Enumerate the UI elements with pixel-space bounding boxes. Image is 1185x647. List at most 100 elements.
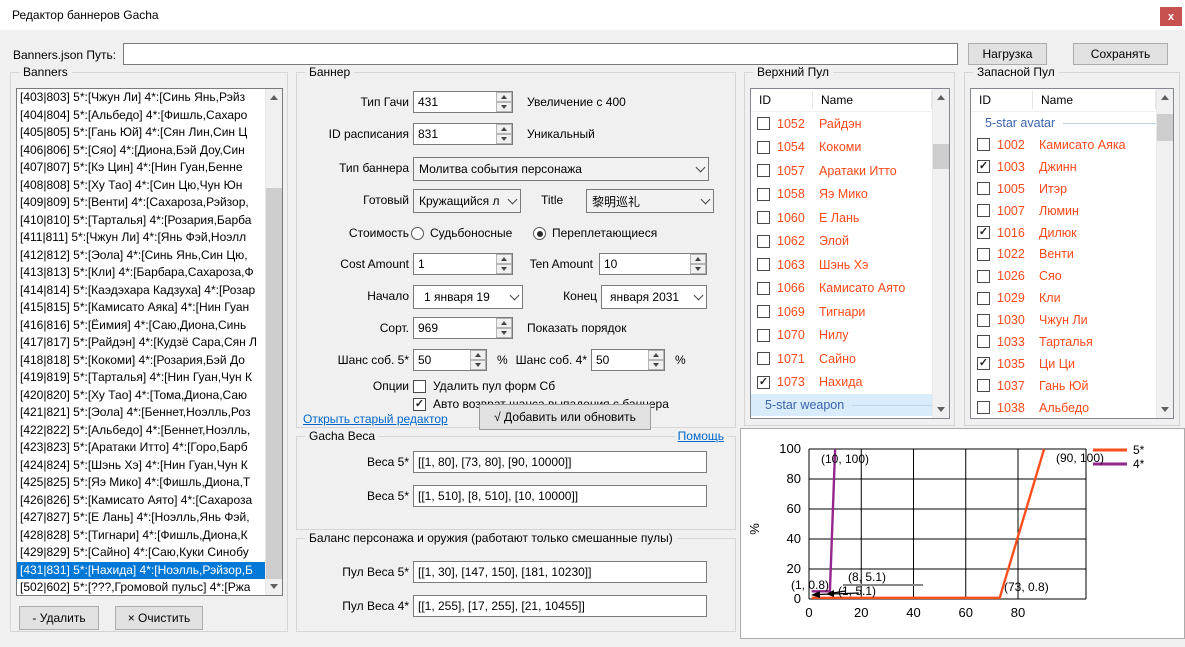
pool-row[interactable]: 1038Альбедо bbox=[971, 397, 1173, 419]
pool-row-checkbox[interactable] bbox=[757, 141, 770, 154]
pool-row[interactable]: 1070Нилу bbox=[751, 324, 949, 348]
pool-row-checkbox[interactable] bbox=[977, 248, 990, 261]
pool-row[interactable]: 1029Кли bbox=[971, 287, 1173, 309]
pool-row-checkbox[interactable] bbox=[977, 314, 990, 327]
pool-row[interactable]: 1005Итэр bbox=[971, 178, 1173, 200]
pool-row[interactable]: 1062Элой bbox=[751, 230, 949, 254]
pool-row[interactable]: 1007Люмин bbox=[971, 200, 1173, 222]
pool-row-checkbox[interactable] bbox=[977, 357, 990, 370]
weight4-input[interactable] bbox=[413, 485, 707, 507]
pool-row-checkbox[interactable] bbox=[757, 211, 770, 224]
add-update-button[interactable]: √ Добавить или обновить bbox=[479, 404, 651, 430]
path-input[interactable] bbox=[123, 43, 958, 65]
spinner-buttons[interactable] bbox=[496, 92, 512, 112]
pool-row[interactable]: 1033Тарталья bbox=[971, 331, 1173, 353]
pool-row-checkbox[interactable] bbox=[977, 292, 990, 305]
banner-list-item[interactable]: [425|825] 5*:[Яэ Мико] 4*:[Фишль,Диона,Т bbox=[17, 474, 267, 492]
banner-list-item[interactable]: [415|815] 5*:[Камисато Аяка] 4*:[Нин Гуа… bbox=[17, 299, 267, 317]
titlebar[interactable]: Редактор баннеров Gacha x bbox=[0, 0, 1185, 30]
banner-list-item[interactable]: [502|602] 5*:[???,Громовой пульс] 4*:[Рж… bbox=[17, 579, 267, 596]
banner-list-item[interactable]: [419|819] 5*:[Тарталья] 4*:[Нин Гуан,Чун… bbox=[17, 369, 267, 387]
spinner-buttons[interactable] bbox=[496, 124, 512, 144]
banners-listbox[interactable]: [403|803] 5*:[Чжун Ли] 4*:[Синь Янь,Рэйз… bbox=[16, 88, 283, 596]
pool-row-checkbox[interactable] bbox=[757, 188, 770, 201]
banner-list-item[interactable]: [405|805] 5*:[Гань Юй] 4*:[Сян Лин,Син Ц bbox=[17, 124, 267, 142]
column-header-name[interactable]: Name bbox=[813, 91, 932, 109]
cost-radio-fate[interactable] bbox=[411, 227, 424, 240]
banner-list-item[interactable]: [406|806] 5*:[Сяо] 4*:[Диона,Бэй Доу,Син bbox=[17, 142, 267, 160]
spinner-buttons[interactable] bbox=[648, 350, 664, 370]
upper-pool-scrollbar[interactable] bbox=[932, 89, 949, 418]
pool-row-checkbox[interactable] bbox=[977, 138, 990, 151]
pool-row-checkbox[interactable] bbox=[757, 164, 770, 177]
option-auto-return-checkbox[interactable] bbox=[413, 398, 426, 411]
scroll-thumb[interactable] bbox=[933, 144, 949, 169]
banner-list-item[interactable]: [412|812] 5*:[Эола] 4*:[Синь Янь,Син Цю, bbox=[17, 247, 267, 265]
banner-list-item[interactable]: [413|813] 5*:[Кли] 4*:[Барбара,Сахароза,… bbox=[17, 264, 267, 282]
pool-row[interactable]: 1016Дилюк bbox=[971, 222, 1173, 244]
weight5-input[interactable] bbox=[413, 451, 707, 473]
pool-weight4-input[interactable] bbox=[413, 595, 707, 617]
column-header-id[interactable]: ID bbox=[971, 91, 1033, 109]
pool-row[interactable]: 1066Камисато Аято bbox=[751, 277, 949, 301]
pool-row[interactable]: 1054Кокоми bbox=[751, 136, 949, 160]
pool-row-checkbox[interactable] bbox=[977, 401, 990, 414]
pool-row[interactable]: 1069Тигнари bbox=[751, 300, 949, 324]
sort-spinner[interactable]: 969 bbox=[413, 317, 513, 339]
cost-amount-spinner[interactable]: 1 bbox=[413, 253, 513, 275]
pool-row[interactable]: 1002Камисато Аяка bbox=[971, 134, 1173, 156]
pool-row[interactable]: 1026Сяо bbox=[971, 265, 1173, 287]
clear-banners-button[interactable]: × Очистить bbox=[115, 606, 203, 630]
end-date-combo[interactable]: января 2031 bbox=[601, 285, 707, 309]
banner-list-item[interactable]: [409|809] 5*:[Венти] 4*:[Сахароза,Рэйзор… bbox=[17, 194, 267, 212]
banner-list-item[interactable]: [411|811] 5*:[Чжун Ли] 4*:[Янь Фэй,Ноэлл bbox=[17, 229, 267, 247]
pool-row-checkbox[interactable] bbox=[757, 117, 770, 130]
spinner-buttons[interactable] bbox=[470, 350, 486, 370]
scroll-up-button[interactable] bbox=[1157, 89, 1173, 106]
pool-row-checkbox[interactable] bbox=[757, 305, 770, 318]
banner-list-item[interactable]: [422|822] 5*:[Альбедо] 4*:[Беннет,Ноэлль… bbox=[17, 422, 267, 440]
close-button[interactable]: x bbox=[1160, 7, 1182, 26]
cost-radio-intertwined[interactable] bbox=[533, 227, 546, 240]
banner-list-item[interactable]: [426|826] 5*:[Камисато Аято] 4*:[Сахароз… bbox=[17, 492, 267, 510]
pool-row-checkbox[interactable] bbox=[977, 379, 990, 392]
reserve-pool-list[interactable]: ID Name 5-star avatar1002Камисато Аяка10… bbox=[970, 88, 1174, 419]
pool-row[interactable]: 1030Чжун Ли bbox=[971, 309, 1173, 331]
column-header-name[interactable]: Name bbox=[1033, 91, 1156, 109]
banner-list-item[interactable]: [431|831] 5*:[Нахида] 4*:[Ноэлль,Рэйзор,… bbox=[17, 562, 267, 580]
pool-row-checkbox[interactable] bbox=[977, 182, 990, 195]
banner-list-item[interactable]: [423|823] 5*:[Аратаки Итто] 4*:[Горо,Бар… bbox=[17, 439, 267, 457]
banner-list-item[interactable]: [420|820] 5*:[Ху Тао] 4*:[Тома,Диона,Саю bbox=[17, 387, 267, 405]
pool-row[interactable]: 1035Ци Ци bbox=[971, 353, 1173, 375]
pool-row-checkbox[interactable] bbox=[757, 282, 770, 295]
pool-row[interactable]: 1052Райдэн bbox=[751, 112, 949, 136]
pool-row[interactable]: 1057Аратаки Итто bbox=[751, 159, 949, 183]
pool-row-checkbox[interactable] bbox=[977, 226, 990, 239]
banner-list-item[interactable]: [417|817] 5*:[Райдэн] 4*:[Кудзё Сара,Сян… bbox=[17, 334, 267, 352]
column-header-id[interactable]: ID bbox=[751, 91, 813, 109]
gacha-type-spinner[interactable]: 431 bbox=[413, 91, 513, 113]
pool-row-checkbox[interactable] bbox=[977, 270, 990, 283]
scroll-up-button[interactable] bbox=[933, 89, 949, 106]
spinner-buttons[interactable] bbox=[690, 254, 706, 274]
banners-scrollbar[interactable] bbox=[265, 89, 282, 595]
pool-row[interactable]: 1063Шэнь Хэ bbox=[751, 253, 949, 277]
banner-list-item[interactable]: [404|804] 5*:[Альбедо] 4*:[Фишль,Сахаро bbox=[17, 107, 267, 125]
pool-row[interactable]: 1037Гань Юй bbox=[971, 375, 1173, 397]
prefab-combo[interactable]: Кружащийся л bbox=[413, 189, 521, 213]
banner-list-item[interactable]: [427|827] 5*:[Е Лань] 4*:[Ноэлль,Янь Фэй… bbox=[17, 509, 267, 527]
pool-row[interactable]: 11501Меч Сокола bbox=[751, 416, 949, 419]
banner-list-item[interactable]: [416|816] 5*:[Ёимия] 4*:[Саю,Диона,Синь bbox=[17, 317, 267, 335]
pool-row[interactable]: 1022Венти bbox=[971, 243, 1173, 265]
pool-row[interactable]: 1071Сайно bbox=[751, 347, 949, 371]
title-combo[interactable]: 黎明巡礼 bbox=[586, 189, 714, 213]
banner-list-item[interactable]: [414|814] 5*:[Каэдэхара Кадзуха] 4*:[Роз… bbox=[17, 282, 267, 300]
pool-row-checkbox[interactable] bbox=[977, 335, 990, 348]
scroll-thumb[interactable] bbox=[266, 188, 282, 579]
reserve-pool-scrollbar[interactable] bbox=[1156, 89, 1173, 418]
scroll-down-button[interactable] bbox=[266, 578, 282, 595]
pool-row-checkbox[interactable] bbox=[757, 376, 770, 389]
pool-row-checkbox[interactable] bbox=[977, 160, 990, 173]
schedule-id-spinner[interactable]: 831 bbox=[413, 123, 513, 145]
load-button[interactable]: Нагрузка bbox=[968, 43, 1047, 65]
